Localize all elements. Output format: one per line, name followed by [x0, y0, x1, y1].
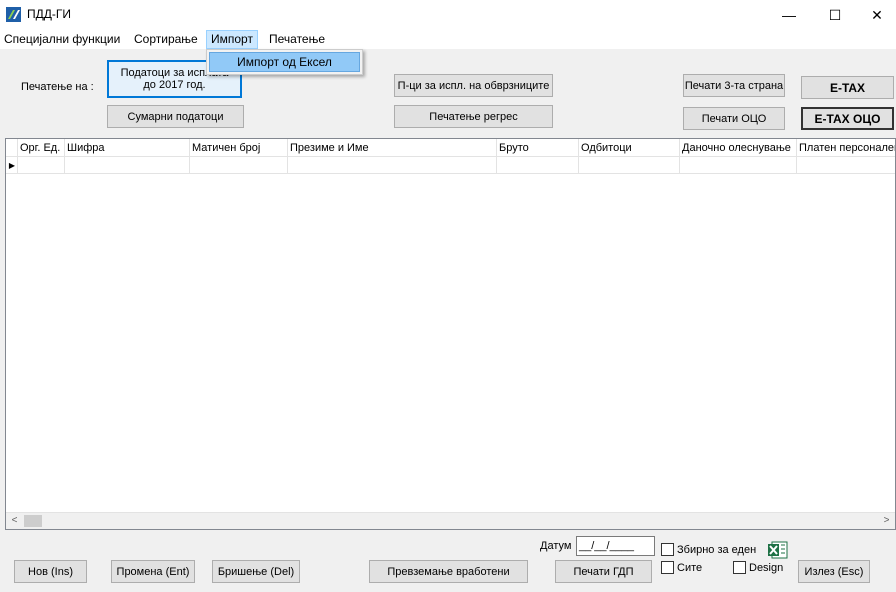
- column-gross[interactable]: Бруто: [497, 139, 579, 157]
- print-third-party-button-label: Печати 3-та страна: [684, 79, 784, 92]
- checkbox-box[interactable]: [733, 561, 746, 574]
- delete-button[interactable]: Бришење (Del): [212, 560, 300, 583]
- maximize-button[interactable]: ☐: [812, 0, 858, 30]
- menu-bar: Специјални функции Сортирање Импорт Печа…: [0, 30, 896, 49]
- close-button[interactable]: ✕: [858, 0, 896, 30]
- table-cell[interactable]: [18, 157, 65, 174]
- new-button[interactable]: Нов (Ins): [14, 560, 87, 583]
- print-gdp-button-label: Печати ГДП: [573, 565, 634, 578]
- summary-for-one-label: Збирно за еден: [677, 543, 757, 556]
- etax-button[interactable]: E-TAX: [801, 76, 894, 99]
- exit-button-label: Излез (Esc): [804, 565, 864, 578]
- column-tax-relief[interactable]: Даночно олеснување: [680, 139, 797, 157]
- print-gdp-button[interactable]: Печати ГДП: [555, 560, 652, 583]
- edit-button[interactable]: Промена (Ent): [111, 560, 195, 583]
- checkbox-box[interactable]: [661, 543, 674, 556]
- maximize-icon: ☐: [828, 6, 842, 23]
- import-employees-button[interactable]: Превземање вработени: [369, 560, 528, 583]
- delete-button-label: Бришење (Del): [217, 565, 295, 578]
- date-field[interactable]: __/__/____: [576, 536, 655, 556]
- column-code[interactable]: Шифра: [65, 139, 190, 157]
- print-oco-button-label: Печати ОЦО: [701, 112, 767, 125]
- menu-sorting[interactable]: Сортирање: [130, 30, 202, 49]
- data-grid[interactable]: Орг. Ед. Шифра Матичен број Презиме и Им…: [5, 138, 896, 530]
- scrollbar-thumb[interactable]: [24, 515, 42, 527]
- column-full-name[interactable]: Презиме и Име: [288, 139, 497, 157]
- excel-icon[interactable]: [768, 541, 788, 559]
- design-label: Design: [749, 561, 784, 574]
- app-logo-icon: [6, 7, 21, 22]
- table-cell[interactable]: [288, 157, 497, 174]
- column-paid-personal[interactable]: Платен персонален: [797, 139, 895, 157]
- row-header-corner: [6, 139, 18, 157]
- date-label: Датум: [540, 540, 572, 552]
- menu-printing[interactable]: Печатење: [265, 30, 329, 49]
- column-org-unit[interactable]: Орг. Ед.: [18, 139, 65, 157]
- all-label: Сите: [677, 561, 703, 574]
- table-cell[interactable]: [65, 157, 190, 174]
- print-third-party-button[interactable]: Печати 3-та страна: [683, 74, 785, 97]
- summary-data-button-label: Сумарни податоци: [127, 110, 224, 123]
- print-on-label: Печатење на :: [21, 81, 94, 93]
- etax-oco-button-label: E-TAX ОЦО: [814, 111, 881, 126]
- summary-for-one-checkbox[interactable]: Збирно за еден: [661, 543, 756, 556]
- summary-data-button[interactable]: Сумарни податоци: [107, 105, 244, 128]
- table-cell[interactable]: [680, 157, 797, 174]
- table-cell[interactable]: [579, 157, 680, 174]
- print-oco-button[interactable]: Печати ОЦО: [683, 107, 785, 130]
- window-title: ПДД-ГИ: [27, 7, 71, 21]
- menu-item-import-from-excel[interactable]: Импорт од Ексел: [209, 52, 360, 72]
- table-cell[interactable]: [190, 157, 288, 174]
- table-cell[interactable]: [497, 157, 579, 174]
- minimize-icon: —: [782, 7, 796, 23]
- pci-payout-button[interactable]: П-ци за испл. на обврзниците: [394, 74, 553, 97]
- etax-button-label: E-TAX: [829, 80, 866, 95]
- print-regress-button-label: Печатење регрес: [429, 110, 518, 123]
- column-deductions[interactable]: Одбитоци: [579, 139, 680, 157]
- column-id-number[interactable]: Матичен број: [190, 139, 288, 157]
- scroll-left-icon[interactable]: <: [6, 513, 23, 529]
- etax-oco-button[interactable]: E-TAX ОЦО: [801, 107, 894, 130]
- edit-button-label: Промена (Ent): [116, 565, 190, 578]
- title-bar: ПДД-ГИ — ☐ ✕: [0, 0, 896, 30]
- table-row[interactable]: ▶: [6, 157, 895, 174]
- row-header-cell: [6, 157, 18, 174]
- close-icon: ✕: [871, 6, 883, 23]
- import-employees-button-label: Превземање вработени: [387, 565, 510, 578]
- scroll-right-icon[interactable]: >: [878, 513, 895, 529]
- horizontal-scrollbar[interactable]: < >: [6, 512, 895, 529]
- menu-import[interactable]: Импорт: [206, 30, 258, 49]
- pci-payout-button-label: П-ци за испл. на обврзниците: [397, 79, 550, 92]
- minimize-button[interactable]: —: [766, 0, 812, 30]
- new-button-label: Нов (Ins): [28, 565, 73, 578]
- print-regress-button[interactable]: Печатење регрес: [394, 105, 553, 128]
- grid-header: Орг. Ед. Шифра Матичен број Презиме и Им…: [6, 139, 895, 157]
- exit-button[interactable]: Излез (Esc): [798, 560, 870, 583]
- menu-special-functions[interactable]: Специјални функции: [0, 30, 124, 49]
- checkbox-box[interactable]: [661, 561, 674, 574]
- import-dropdown: Импорт од Ексел: [206, 49, 363, 75]
- design-checkbox[interactable]: Design: [733, 561, 783, 574]
- all-checkbox[interactable]: Сите: [661, 561, 702, 574]
